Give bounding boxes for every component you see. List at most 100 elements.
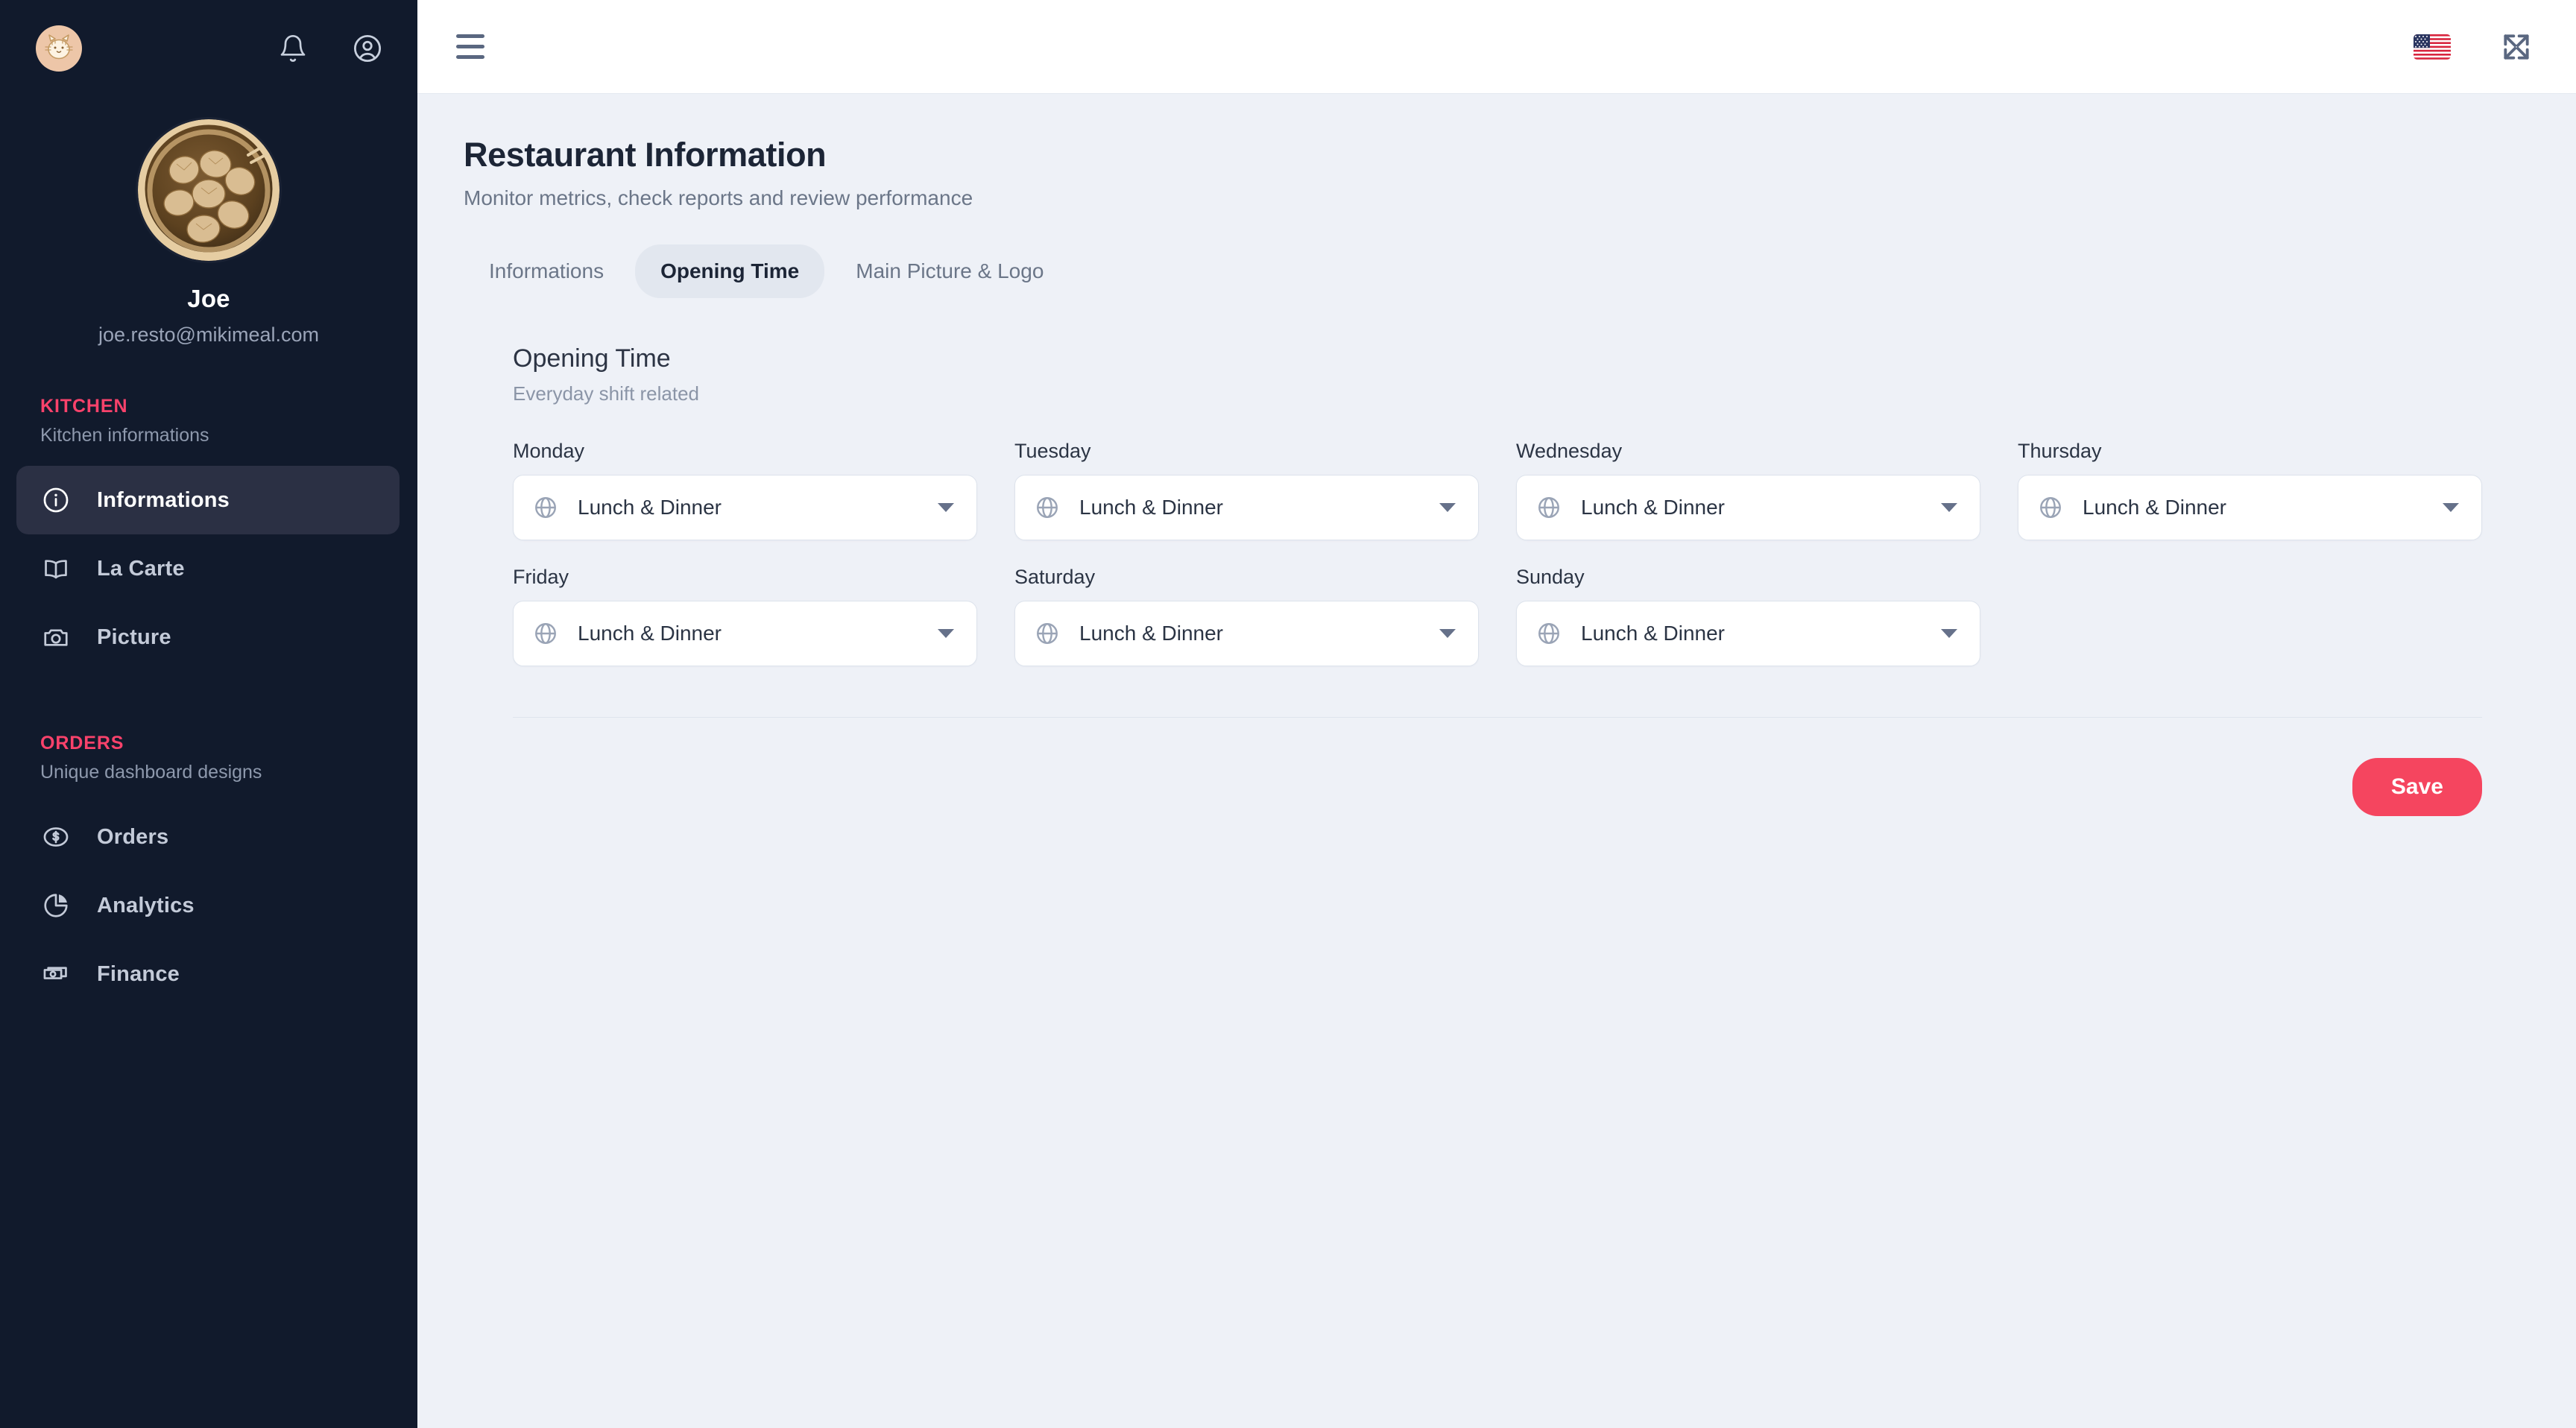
profile-name: Joe xyxy=(187,285,230,312)
section-subtitle: Everyday shift related xyxy=(513,382,700,405)
day-label: Monday xyxy=(513,440,585,462)
info-circle-icon xyxy=(42,486,80,514)
sidebar-item-label: Analytics xyxy=(97,893,195,917)
sidebar-item-finance[interactable]: Finance xyxy=(16,940,400,1008)
sidebar-item-label: La Carte xyxy=(97,556,185,581)
shift-value: Lunch & Dinner xyxy=(1581,496,1726,519)
shift-value: Lunch & Dinner xyxy=(578,496,722,519)
day-label: Saturday xyxy=(1014,566,1096,588)
shift-select-thursday[interactable]: Lunch & Dinner xyxy=(2018,475,2482,540)
sidebar-item-label: Picture xyxy=(97,625,171,649)
form-actions: Save xyxy=(513,758,2482,816)
globe-icon xyxy=(533,495,561,520)
globe-icon xyxy=(1536,621,1565,646)
globe-icon xyxy=(1536,495,1565,520)
shift-value: Lunch & Dinner xyxy=(1581,622,1726,645)
chevron-down-icon xyxy=(1941,503,1957,512)
shift-select-friday[interactable]: Lunch & Dinner xyxy=(513,601,977,666)
us-flag-icon[interactable] xyxy=(2414,34,2451,60)
sidebar-section-orders: ORDERS Unique dashboard designs Orders A… xyxy=(0,733,417,1008)
chevron-down-icon xyxy=(2443,503,2459,512)
shift-value: Lunch & Dinner xyxy=(578,622,722,645)
chevron-down-icon xyxy=(1439,503,1456,512)
camera-icon xyxy=(42,623,80,651)
sidebar-item-label: Orders xyxy=(97,824,169,849)
day-field-thursday: Thursday Lunch & Dinner xyxy=(2018,440,2482,540)
chevron-down-icon xyxy=(938,503,954,512)
sidebar-item-analytics[interactable]: Analytics xyxy=(16,871,400,940)
sidebar-section-subtitle: Unique dashboard designs xyxy=(40,762,262,783)
chevron-down-icon xyxy=(938,629,954,638)
shift-select-sunday[interactable]: Lunch & Dinner xyxy=(1516,601,1980,666)
day-label: Sunday xyxy=(1516,566,1585,588)
day-field-wednesday: Wednesday Lunch & Dinner xyxy=(1516,440,1980,540)
page-content: Restaurant Information Monitor metrics, … xyxy=(417,94,2576,816)
topbar-actions xyxy=(2414,29,2534,65)
hamburger-bar xyxy=(456,55,484,59)
app-root: Joe joe.resto@mikimeal.com KITCHEN Kitch… xyxy=(0,0,2576,1428)
shift-value: Lunch & Dinner xyxy=(1079,496,1224,519)
sidebar-item-la-carte[interactable]: La Carte xyxy=(16,534,400,603)
shift-select-saturday[interactable]: Lunch & Dinner xyxy=(1014,601,1479,666)
sidebar-header xyxy=(0,0,417,97)
page-title: Restaurant Information xyxy=(464,136,827,174)
opening-time-section-header: Opening Time Everyday shift related xyxy=(464,344,2531,405)
hamburger-bar xyxy=(456,34,484,38)
sidebar-section-subtitle: Kitchen informations xyxy=(40,425,209,446)
shift-select-monday[interactable]: Lunch & Dinner xyxy=(513,475,977,540)
day-field-empty-slot xyxy=(2018,566,2482,666)
open-book-icon xyxy=(42,555,80,583)
user-account-icon[interactable] xyxy=(350,31,385,66)
chevron-down-icon xyxy=(1439,629,1456,638)
day-field-friday: Friday Lunch & Dinner xyxy=(513,566,977,666)
tab-informations[interactable]: Informations xyxy=(464,244,629,298)
profile-email: joe.resto@mikimeal.com xyxy=(98,323,319,346)
dumpling-basket-avatar xyxy=(138,119,280,261)
fullscreen-expand-icon[interactable] xyxy=(2498,29,2534,65)
sidebar: Joe joe.resto@mikimeal.com KITCHEN Kitch… xyxy=(0,0,417,1428)
opening-time-grid: Monday Lunch & Dinner Tuesday Lunch & Di… xyxy=(464,440,2531,666)
hamburger-bar xyxy=(456,45,484,48)
sidebar-item-label: Finance xyxy=(97,961,180,986)
sidebar-item-informations[interactable]: Informations xyxy=(16,466,400,534)
pie-chart-icon xyxy=(42,891,80,920)
profile-block: Joe joe.resto@mikimeal.com xyxy=(0,97,417,347)
sidebar-nav-orders: Orders Analytics Finance xyxy=(0,803,417,1008)
hamburger-menu-icon[interactable] xyxy=(456,27,496,67)
day-field-monday: Monday Lunch & Dinner xyxy=(513,440,977,540)
tab-opening-time[interactable]: Opening Time xyxy=(635,244,825,298)
cat-face-logo-icon[interactable] xyxy=(36,25,82,72)
section-title: Opening Time xyxy=(513,344,671,373)
dollar-coin-icon xyxy=(42,823,80,851)
chevron-down-icon xyxy=(1941,629,1957,638)
tab-main-picture-logo[interactable]: Main Picture & Logo xyxy=(830,244,1069,298)
shift-select-tuesday[interactable]: Lunch & Dinner xyxy=(1014,475,1479,540)
shift-select-wednesday[interactable]: Lunch & Dinner xyxy=(1516,475,1980,540)
globe-icon xyxy=(1035,621,1063,646)
sidebar-nav-kitchen: Informations La Carte Picture xyxy=(0,466,417,672)
day-label: Friday xyxy=(513,566,569,588)
globe-icon xyxy=(2038,495,2066,520)
sidebar-section-kitchen: KITCHEN Kitchen informations Information… xyxy=(0,396,417,672)
page-subtitle: Monitor metrics, check reports and revie… xyxy=(464,186,973,209)
day-label: Tuesday xyxy=(1014,440,1091,462)
day-field-tuesday: Tuesday Lunch & Dinner xyxy=(1014,440,1479,540)
shift-value: Lunch & Dinner xyxy=(2083,496,2227,519)
sidebar-header-actions xyxy=(276,31,385,66)
sidebar-section-title: KITCHEN xyxy=(40,396,128,417)
sidebar-item-orders[interactable]: Orders xyxy=(16,803,400,871)
topbar xyxy=(417,0,2576,94)
sidebar-section-title: ORDERS xyxy=(40,733,124,754)
save-button[interactable]: Save xyxy=(2352,758,2482,816)
day-label: Thursday xyxy=(2018,440,2102,462)
globe-icon xyxy=(1035,495,1063,520)
day-field-saturday: Saturday Lunch & Dinner xyxy=(1014,566,1479,666)
money-bill-icon xyxy=(42,960,80,988)
form-divider xyxy=(513,717,2482,718)
globe-icon xyxy=(533,621,561,646)
main-area: Restaurant Information Monitor metrics, … xyxy=(417,0,2576,1428)
day-field-sunday: Sunday Lunch & Dinner xyxy=(1516,566,1980,666)
tab-bar: Informations Opening Time Main Picture &… xyxy=(464,244,2531,298)
notifications-bell-icon[interactable] xyxy=(276,31,310,66)
sidebar-item-picture[interactable]: Picture xyxy=(16,603,400,672)
